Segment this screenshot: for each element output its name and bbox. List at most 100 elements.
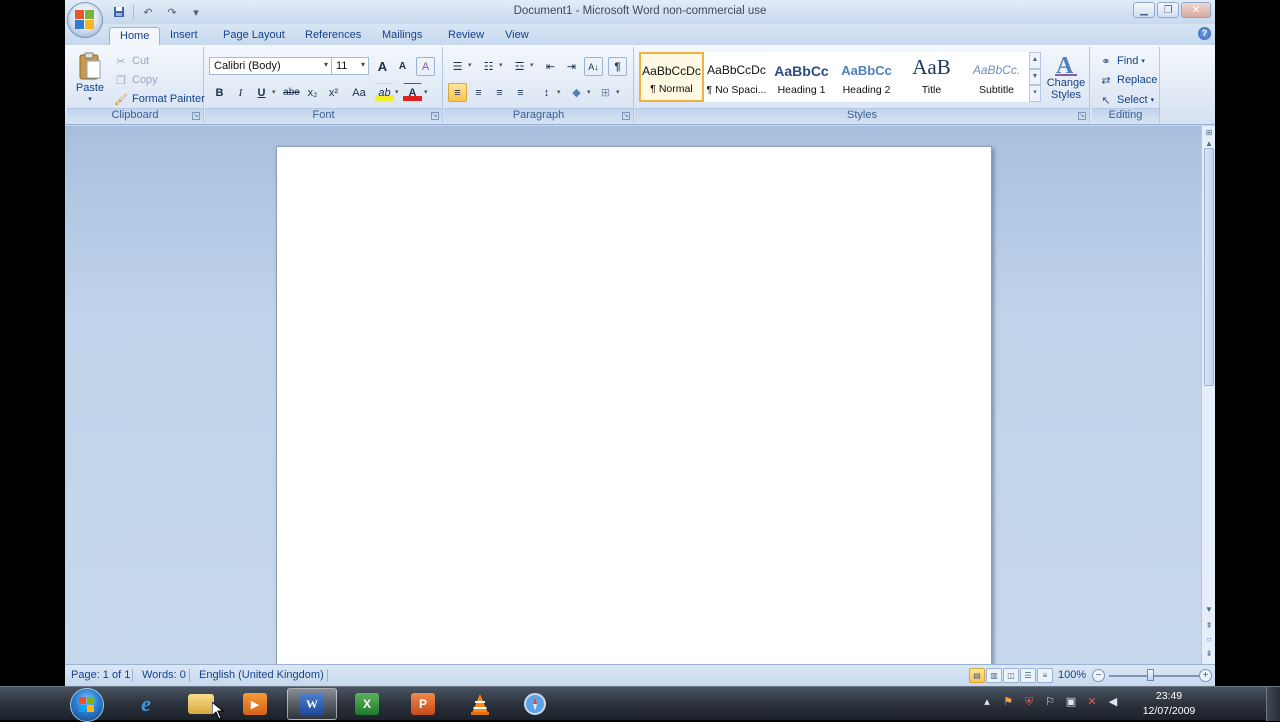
gallery-down-icon[interactable]: ▼: [1029, 68, 1041, 86]
security-icon[interactable]: ⛨: [1022, 695, 1036, 709]
align-left-button[interactable]: ≡: [448, 83, 467, 102]
font-launcher-icon[interactable]: ↘: [431, 112, 439, 120]
customize-qat-button[interactable]: ▾: [186, 3, 206, 21]
find-button[interactable]: ⚭ Find ▾: [1098, 53, 1145, 69]
full-screen-reading-icon[interactable]: ▥: [986, 668, 1002, 683]
page-count[interactable]: Page: 1 of 1: [71, 669, 130, 681]
cut-button[interactable]: ✂ Cut: [113, 53, 149, 69]
center-button[interactable]: ≡: [469, 83, 488, 102]
show-desktop-button[interactable]: [1266, 687, 1280, 721]
strikethrough-button[interactable]: abe: [282, 83, 301, 102]
media-player-taskbar-button[interactable]: ▶: [230, 688, 280, 720]
windows-flag-tray-icon[interactable]: ⚑: [1001, 695, 1015, 709]
paragraph-launcher-icon[interactable]: ↘: [622, 112, 630, 120]
restore-button[interactable]: ❐: [1157, 2, 1179, 18]
zoom-level[interactable]: 100%: [1058, 669, 1086, 681]
style-heading-2[interactable]: AaBbCc Heading 2: [834, 52, 899, 102]
document-page[interactable]: [276, 146, 992, 664]
font-color-dropdown-icon[interactable]: ▾: [424, 88, 428, 96]
font-name-combo[interactable]: Calibri (Body) ▾: [209, 57, 332, 75]
multilevel-dropdown-icon[interactable]: ▾: [530, 61, 534, 69]
subscript-button[interactable]: x₂: [303, 83, 322, 102]
format-painter-button[interactable]: 🖌 Format Painter: [113, 91, 205, 107]
internet-explorer-taskbar-button[interactable]: e: [121, 688, 171, 720]
scroll-down-icon[interactable]: ▼: [1203, 604, 1215, 616]
bullets-dropdown-icon[interactable]: ▾: [468, 61, 472, 69]
tab-view[interactable]: View: [495, 27, 539, 45]
paste-button[interactable]: Paste ▾: [73, 51, 107, 103]
zoom-in-button[interactable]: +: [1199, 669, 1212, 682]
style-normal[interactable]: AaBbCcDc ¶ Normal: [639, 52, 704, 102]
vlc-taskbar-button[interactable]: [455, 688, 505, 720]
safari-taskbar-button[interactable]: [510, 688, 560, 720]
change-styles-button[interactable]: A Change Styles: [1045, 51, 1087, 101]
bold-button[interactable]: B: [210, 83, 229, 102]
help-icon[interactable]: ?: [1198, 27, 1211, 40]
borders-button[interactable]: ⊞: [596, 83, 615, 102]
word-count[interactable]: Words: 0: [142, 669, 186, 681]
styles-launcher-icon[interactable]: ↘: [1078, 112, 1086, 120]
copy-button[interactable]: ❐ Copy: [113, 72, 158, 88]
select-button[interactable]: ↖ Select ▾: [1098, 92, 1154, 108]
vertical-scrollbar[interactable]: ⊞ ▲ ▼ ⇞ ○ ⇟: [1201, 126, 1215, 664]
numbering-button[interactable]: ☷: [479, 57, 498, 76]
style-no-spacing[interactable]: AaBbCcDc ¶ No Spaci...: [704, 52, 769, 102]
style-subtitle[interactable]: AaBbCc. Subtitle: [964, 52, 1029, 102]
office-button[interactable]: [67, 2, 103, 38]
undo-icon[interactable]: ↶: [138, 3, 158, 21]
clear-formatting-button[interactable]: A: [416, 57, 435, 76]
print-layout-view-icon[interactable]: ▤: [969, 668, 985, 683]
multilevel-list-button[interactable]: ☲: [510, 57, 529, 76]
font-size-combo[interactable]: 11 ▾: [331, 57, 369, 75]
font-color-button[interactable]: A: [403, 83, 422, 102]
shading-button[interactable]: ◆: [567, 83, 586, 102]
next-page-icon[interactable]: ⇟: [1203, 648, 1215, 660]
line-spacing-button[interactable]: ↕: [537, 83, 556, 102]
sort-button[interactable]: A↓: [584, 57, 603, 76]
gallery-up-icon[interactable]: ▲: [1029, 52, 1041, 69]
tab-home[interactable]: Home: [109, 27, 161, 45]
start-button[interactable]: [70, 688, 104, 722]
scrollbar-thumb[interactable]: [1204, 148, 1214, 386]
change-case-button[interactable]: Aa: [347, 83, 371, 102]
shrink-font-button[interactable]: A: [393, 57, 412, 76]
clipboard-launcher-icon[interactable]: ↘: [192, 112, 200, 120]
justify-button[interactable]: ≡: [511, 83, 530, 102]
browse-object-icon[interactable]: ○: [1203, 634, 1215, 646]
numbering-dropdown-icon[interactable]: ▾: [499, 61, 503, 69]
tab-references[interactable]: References: [295, 27, 371, 45]
borders-dropdown-icon[interactable]: ▾: [616, 88, 620, 96]
action-center-icon[interactable]: ⚐: [1043, 695, 1057, 709]
outline-view-icon[interactable]: ☰: [1020, 668, 1036, 683]
tab-mailings[interactable]: Mailings: [372, 27, 432, 45]
previous-page-icon[interactable]: ⇞: [1203, 620, 1215, 632]
network-icon[interactable]: ✕: [1085, 695, 1099, 709]
highlight-button[interactable]: ab: [375, 83, 394, 102]
word-taskbar-button[interactable]: W: [287, 688, 337, 720]
tab-insert[interactable]: Insert: [160, 27, 208, 45]
volume-icon[interactable]: ◀: [1106, 695, 1120, 709]
redo-icon[interactable]: ↷: [162, 3, 182, 21]
excel-taskbar-button[interactable]: X: [342, 688, 392, 720]
show-marks-button[interactable]: ¶: [608, 57, 627, 76]
zoom-slider-thumb[interactable]: [1147, 669, 1154, 681]
taskbar-clock[interactable]: 23:49 12/07/2009: [1138, 689, 1200, 719]
gallery-more-icon[interactable]: ▾: [1029, 85, 1041, 103]
align-right-button[interactable]: ≡: [490, 83, 509, 102]
tab-review[interactable]: Review: [438, 27, 494, 45]
minimize-button[interactable]: ▁: [1133, 2, 1155, 18]
increase-indent-button[interactable]: ⇥: [562, 57, 581, 76]
bullets-button[interactable]: ☰: [448, 57, 467, 76]
underline-button[interactable]: U: [252, 83, 271, 102]
language[interactable]: English (United Kingdom): [199, 669, 324, 681]
save-icon[interactable]: [109, 3, 129, 21]
web-layout-icon[interactable]: ◫: [1003, 668, 1019, 683]
highlight-dropdown-icon[interactable]: ▾: [395, 88, 399, 96]
zoom-out-button[interactable]: −: [1092, 669, 1105, 682]
underline-dropdown-icon[interactable]: ▾: [272, 88, 276, 96]
grow-font-button[interactable]: A: [373, 57, 392, 76]
draft-view-icon[interactable]: ≡: [1037, 668, 1053, 683]
decrease-indent-button[interactable]: ⇤: [541, 57, 560, 76]
tab-page-layout[interactable]: Page Layout: [213, 27, 295, 45]
device-icon[interactable]: ▣: [1064, 695, 1078, 709]
